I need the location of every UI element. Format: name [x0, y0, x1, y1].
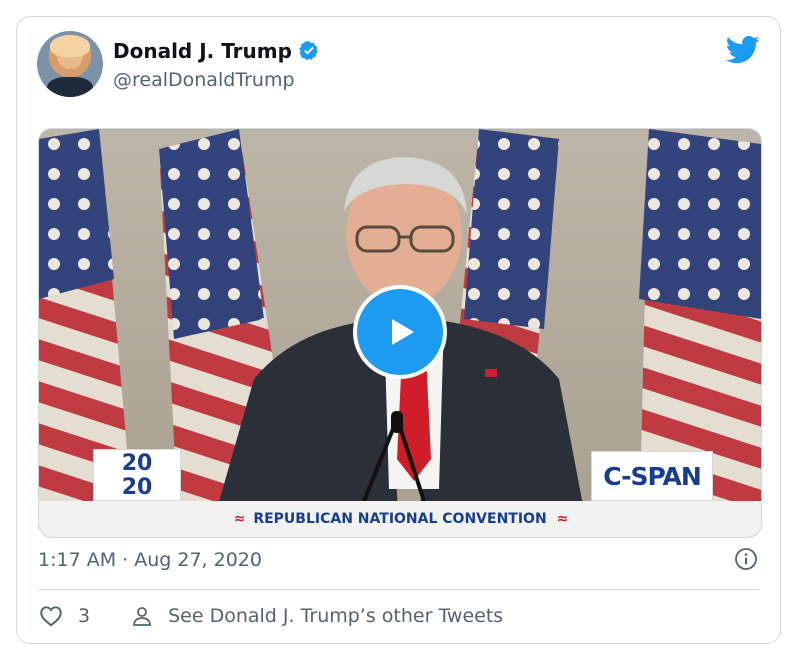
- other-tweets-link[interactable]: See Donald J. Trump’s other Tweets: [168, 605, 503, 627]
- rnc-2020-logo-bottom: 20: [121, 475, 153, 500]
- divider: [38, 589, 759, 590]
- author-handle[interactable]: @realDonaldTrump: [113, 69, 295, 91]
- flag-mark-icon: ≈: [233, 511, 246, 527]
- tweet-actions: 3 See Donald J. Trump’s other Tweets: [38, 603, 503, 629]
- tweet-timestamp[interactable]: 1:17 AM · Aug 27, 2020: [38, 549, 262, 571]
- like-count[interactable]: 3: [78, 605, 90, 627]
- convention-banner: ≈ REPUBLICAN NATIONAL CONVENTION ≈: [39, 501, 761, 537]
- rnc-2020-logo: 20 20: [93, 449, 181, 501]
- tweet-card[interactable]: Donald J. Trump @realDonaldTrump 20 20 C…: [16, 16, 781, 644]
- play-icon: [392, 319, 414, 345]
- person-icon[interactable]: [130, 604, 154, 628]
- author-name[interactable]: Donald J. Trump: [113, 39, 292, 63]
- info-icon[interactable]: [734, 547, 758, 571]
- verified-badge-icon: [299, 41, 318, 61]
- author-name-row: Donald J. Trump: [113, 39, 320, 63]
- flag-mark-icon: ≈: [556, 511, 569, 527]
- heart-icon[interactable]: [38, 603, 64, 629]
- video-player[interactable]: 20 20 C-SPAN ≈ REPUBLICAN NATIONAL CONVE…: [38, 128, 762, 538]
- play-button[interactable]: [353, 285, 447, 379]
- cspan-logo: C-SPAN: [591, 451, 713, 501]
- author-avatar[interactable]: [37, 31, 103, 97]
- convention-banner-text: REPUBLICAN NATIONAL CONVENTION: [253, 511, 547, 527]
- rnc-2020-logo-top: 20: [121, 451, 153, 476]
- twitter-bird-icon[interactable]: [726, 35, 760, 65]
